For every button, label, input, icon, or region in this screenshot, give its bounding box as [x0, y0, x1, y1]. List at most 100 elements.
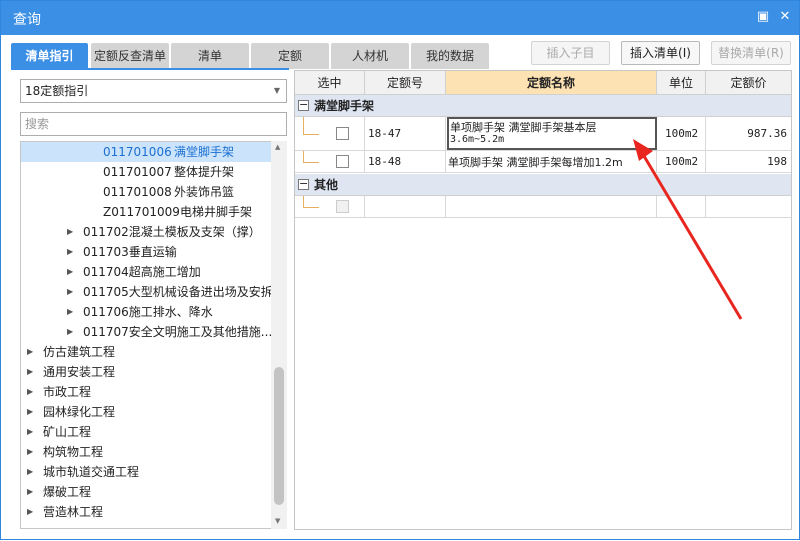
expand-arrow-icon[interactable]: ▶ — [27, 382, 33, 402]
code-cell: 18-47 — [365, 117, 446, 150]
price-cell: 987.36 — [747, 127, 787, 140]
tree-item[interactable]: 011701007 整体提升架 — [21, 162, 273, 182]
close-icon[interactable]: ✕ — [774, 6, 796, 28]
collapse-icon[interactable]: − — [298, 178, 309, 190]
guide-select[interactable]: 18定额指引 ▼ — [20, 79, 287, 103]
column-header-unit[interactable]: 单位 — [657, 71, 706, 95]
name-line-2: 3.6m~5.2m — [450, 134, 505, 145]
quota-grid: 选中 定额号 定额名称 单位 定额价 − 满堂脚手架 18-47 单项脚手架 满… — [294, 70, 792, 530]
tree-item-label: 市政工程 — [43, 385, 92, 399]
column-header-price[interactable]: 定额价 — [706, 71, 791, 95]
tree-item-label: 城市轨道交通工程 — [43, 465, 140, 479]
tree-item[interactable]: 011701008 外装饰吊篮 — [21, 182, 273, 202]
tab-list-guide[interactable]: 清单指引 — [11, 43, 88, 69]
expand-arrow-icon[interactable]: ▶ — [67, 262, 73, 282]
tree-item[interactable]: ▶ 市政工程 — [21, 382, 273, 402]
tab-list[interactable]: 清单 — [171, 43, 249, 69]
column-header-select[interactable]: 选中 — [295, 71, 365, 95]
name-cell[interactable]: 单项脚手架 满堂脚手架每增加1.2m — [446, 151, 657, 172]
table-row[interactable]: 18-47 单项脚手架 满堂脚手架基本层 3.6m~5.2m 100m2 987… — [295, 117, 791, 151]
expand-arrow-icon[interactable]: ▶ — [67, 242, 73, 262]
select-cell — [295, 117, 365, 150]
tree-item-label: 011704超高施工增加 — [83, 265, 201, 279]
expand-arrow-icon[interactable]: ▶ — [27, 442, 33, 462]
expand-arrow-icon[interactable]: ▶ — [67, 322, 73, 342]
window-title: 查询 — [13, 12, 41, 28]
unit-cell: 100m2 — [657, 117, 706, 150]
tree-item[interactable]: ▶ 城市轨道交通工程 — [21, 462, 273, 482]
expand-arrow-icon[interactable]: ▶ — [27, 402, 33, 422]
insert-list-button[interactable]: 插入清单(I) — [621, 41, 700, 65]
tab-my-data[interactable]: 我的数据 — [411, 43, 489, 69]
title-bar[interactable]: 查询 ▣ ✕ — [1, 1, 799, 35]
name-line-1: 单项脚手架 满堂脚手架基本层 — [450, 121, 597, 134]
name-cell-editor[interactable]: 单项脚手架 满堂脚手架基本层 3.6m~5.2m — [447, 117, 657, 150]
collapse-icon[interactable]: − — [298, 99, 309, 111]
group-row[interactable]: − 其他 — [295, 174, 791, 196]
tree-item-label: 011703垂直运输 — [83, 245, 177, 259]
group-row[interactable]: − 满堂脚手架 — [295, 95, 791, 117]
scrollbar-thumb[interactable] — [274, 367, 284, 505]
tree-item[interactable]: ▶ 构筑物工程 — [21, 442, 273, 462]
tab-reverse-lookup[interactable]: 定额反查清单 — [91, 43, 169, 69]
tree-item-label: 电梯井脚手架 — [180, 205, 253, 219]
tree-item[interactable]: ▶ 011704超高施工增加 — [21, 262, 273, 282]
insert-child-button[interactable]: 插入子目 — [531, 41, 610, 65]
tree-item[interactable]: ▶ 爆破工程 — [21, 482, 273, 502]
replace-list-button[interactable]: 替换清单(R) — [711, 41, 791, 65]
tree-item-label: 园林绿化工程 — [43, 405, 116, 419]
expand-arrow-icon[interactable]: ▶ — [27, 342, 33, 362]
tree-item[interactable]: ▶ 011706施工排水、降水 — [21, 302, 273, 322]
price-cell — [706, 196, 791, 217]
name-cell[interactable]: 单项脚手架 满堂脚手架基本层 3.6m~5.2m — [446, 117, 657, 150]
column-header-name[interactable]: 定额名称 — [446, 71, 657, 95]
tree-item[interactable]: ▶ 营造林工程 — [21, 502, 273, 522]
tree-item[interactable]: ▶ 011707安全文明施工及其他措施... — [21, 322, 273, 342]
expand-arrow-icon[interactable]: ▶ — [27, 502, 33, 522]
guide-select-value: 18定额指引 — [25, 84, 89, 98]
code-cell — [365, 196, 446, 217]
group-label: 满堂脚手架 — [314, 99, 375, 113]
chevron-down-icon: ▼ — [273, 86, 280, 95]
tree-item[interactable]: 011701006 满堂脚手架 — [21, 142, 273, 162]
expand-arrow-icon[interactable]: ▶ — [27, 462, 33, 482]
column-header-code[interactable]: 定额号 — [365, 71, 446, 95]
tree-item-label: 爆破工程 — [43, 485, 92, 499]
select-cell — [295, 196, 365, 217]
tab-underline — [11, 68, 289, 70]
table-row[interactable] — [295, 196, 791, 218]
name-cell[interactable] — [446, 196, 657, 217]
tree-item[interactable]: ▶ 通用安装工程 — [21, 362, 273, 382]
tree-item[interactable]: ▶ 仿古建筑工程 — [21, 342, 273, 362]
tree-item[interactable]: Z011701009 电梯井脚手架 — [21, 202, 273, 222]
expand-arrow-icon[interactable]: ▶ — [27, 422, 33, 442]
expand-arrow-icon[interactable]: ▶ — [27, 362, 33, 382]
tree-item[interactable]: ▶ 011702混凝土模板及支架（撑） — [21, 222, 273, 242]
unit-cell: 100m2 — [657, 151, 706, 172]
search-input[interactable]: 搜索 — [20, 112, 287, 136]
tree-item-label: 营造林工程 — [43, 505, 104, 519]
expand-arrow-icon[interactable]: ▶ — [67, 302, 73, 322]
tree-item-label: 整体提升架 — [174, 165, 235, 179]
scroll-down-icon[interactable]: ▼ — [275, 517, 280, 525]
table-row[interactable]: 18-48 单项脚手架 满堂脚手架每增加1.2m 100m2 198 — [295, 151, 791, 173]
code-cell: 18-48 — [365, 151, 446, 172]
minimize-icon[interactable]: ▣ — [752, 6, 774, 28]
expand-arrow-icon[interactable]: ▶ — [27, 482, 33, 502]
guide-tree: 011701006 满堂脚手架 011701007 整体提升架 01170100… — [20, 141, 287, 529]
tree-item[interactable]: ▶ 矿山工程 — [21, 422, 273, 442]
tree-item-code: 011701006 — [103, 145, 172, 159]
group-label: 其他 — [314, 178, 339, 192]
tab-quota[interactable]: 定额 — [251, 43, 329, 69]
tree-item[interactable]: ▶ 011705大型机械设备进出场及安拆 — [21, 282, 273, 302]
tree-item-label: 通用安装工程 — [43, 365, 116, 379]
tree-item[interactable]: ▶ 园林绿化工程 — [21, 402, 273, 422]
tab-materials[interactable]: 人材机 — [331, 43, 409, 69]
scroll-up-icon[interactable]: ▲ — [275, 143, 280, 151]
tree-item-code: 011701007 — [103, 165, 172, 179]
expand-arrow-icon[interactable]: ▶ — [67, 282, 73, 302]
tree-scrollbar[interactable]: ▲ ▼ — [271, 141, 287, 529]
price-cell: 198 — [767, 155, 787, 168]
tree-item[interactable]: ▶ 011703垂直运输 — [21, 242, 273, 262]
expand-arrow-icon[interactable]: ▶ — [67, 222, 73, 242]
